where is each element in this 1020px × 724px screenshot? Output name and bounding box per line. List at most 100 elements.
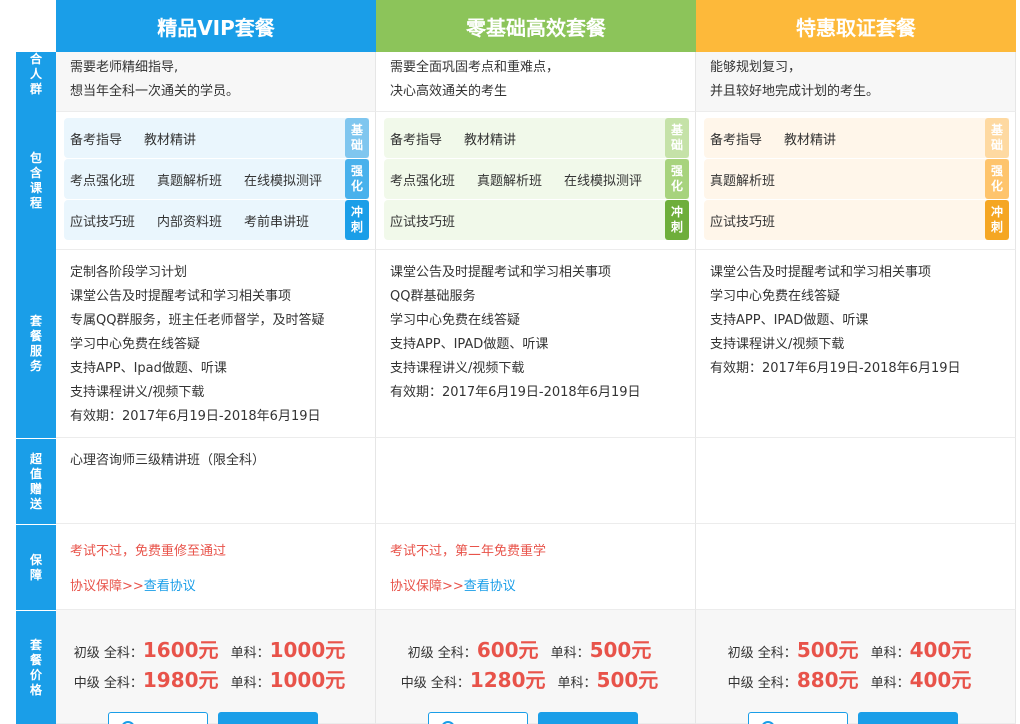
consult-button[interactable] xyxy=(108,712,208,724)
tag-strengthen: 强化 xyxy=(345,159,369,199)
buy-button[interactable] xyxy=(858,712,958,724)
service-line: 支持APP、IPAD做题、听课 xyxy=(390,337,549,352)
tag-basic: 基础 xyxy=(345,118,369,158)
price-single: 500元 xyxy=(589,638,652,662)
price-single: 1000元 xyxy=(269,668,346,692)
row-label-guarantee-text: 保障 xyxy=(29,552,42,582)
price-cell-vip: 初级 全科： 1600元 单科： 1000元 中级 全科： 1980元 单科： 1000元 xyxy=(56,610,376,724)
tag-basic: 基础 xyxy=(985,118,1009,158)
course-row-strengthen: 真题解析班 强化 xyxy=(704,159,1009,199)
tag-sprint: 冲刺 xyxy=(665,200,689,240)
price-line-primary: 初级 全科： 1600元 单科： 1000元 xyxy=(56,634,375,664)
course-row-basic: 备考指导 教材精讲 基础 xyxy=(384,118,689,158)
course-item: 应试技巧班 xyxy=(70,214,136,230)
course-item: 真题解析班 xyxy=(710,173,776,189)
course-item: 教材精讲 xyxy=(784,132,837,148)
price-line-intermediate: 中级 全科： 880元 单科： 400元 xyxy=(696,664,1015,694)
price-single-label: 单科： xyxy=(870,676,910,691)
header-vip: 精品VIP套餐 xyxy=(56,0,376,52)
price-full: 600元 xyxy=(476,638,539,662)
tag-text: 强化 xyxy=(670,164,683,193)
service-line: QQ群基础服务 xyxy=(390,289,476,304)
service-line: 支持课程讲义/视频下载 xyxy=(390,361,525,376)
service-line: 有效期：2017年6月19日-2018年6月19日 xyxy=(390,385,641,400)
service-line: 课堂公告及时提醒考试和学习相关事项 xyxy=(390,265,612,280)
price-line-primary: 初级 全科： 600元 单科： 500元 xyxy=(376,634,695,664)
price-level: 中级 全科： xyxy=(400,676,470,691)
row-label-crowd-text: 适合人群 xyxy=(29,37,42,96)
course-cell-vip: 备考指导 教材精讲 基础 考点强化班 真题解析班 在线模拟测评 强化 应试技巧班 内部资… xyxy=(56,112,376,250)
price-level: 中级 全科： xyxy=(727,676,797,691)
row-label-service-text: 套餐服务 xyxy=(29,314,42,373)
course-item: 备考指导 xyxy=(70,132,123,148)
guarantee-text: 考试不过，第二年免费重学 xyxy=(390,544,547,559)
buy-button[interactable] xyxy=(538,712,638,724)
service-line: 有效期：2017年6月19日-2018年6月19日 xyxy=(710,361,961,376)
service-line: 专属QQ群服务，班主任老师督学，及时答疑 xyxy=(70,313,325,328)
consult-button[interactable] xyxy=(428,712,528,724)
crowd-line: 能够规划复习， xyxy=(710,60,802,75)
course-item: 内部资料班 xyxy=(157,214,223,230)
tag-text: 基础 xyxy=(990,123,1003,152)
row-label-course: 包含课程 xyxy=(16,112,56,250)
protocol-prefix: 协议保障>> xyxy=(70,579,144,594)
price-full: 1280元 xyxy=(469,668,546,692)
package-comparison-table: 精品VIP套餐 零基础高效套餐 特惠取证套餐 适合人群 包含课程 套餐服务 超值… xyxy=(0,0,1020,724)
course-item: 真题解析班 xyxy=(157,173,223,189)
tag-text: 冲刺 xyxy=(990,205,1003,234)
tag-strengthen: 强化 xyxy=(985,159,1009,199)
tag-strengthen: 强化 xyxy=(665,159,689,199)
price-single: 500元 xyxy=(596,668,659,692)
tag-sprint: 冲刺 xyxy=(345,200,369,240)
course-item: 考点强化班 xyxy=(390,173,456,189)
service-line: 学习中心免费在线答疑 xyxy=(710,289,841,304)
course-row-basic: 备考指导 教材精讲 基础 xyxy=(704,118,1009,158)
tag-basic: 基础 xyxy=(665,118,689,158)
tag-text: 基础 xyxy=(350,123,363,152)
course-row-sprint: 应试技巧班 内部资料班 考前串讲班 冲刺 xyxy=(64,200,369,240)
tag-sprint: 冲刺 xyxy=(985,200,1009,240)
price-single-label: 单科： xyxy=(230,676,270,691)
service-cell-cert: 课堂公告及时提醒考试和学习相关事项 学习中心免费在线答疑 支持APP、IPAD做… xyxy=(696,250,1016,438)
service-line: 支持课程讲义/视频下载 xyxy=(710,337,845,352)
guarantee-text: 考试不过，免费重修至通过 xyxy=(70,544,227,559)
price-single: 400元 xyxy=(909,668,972,692)
buy-button[interactable] xyxy=(218,712,318,724)
course-row-sprint: 应试技巧班 冲刺 xyxy=(704,200,1009,240)
course-row-strengthen: 考点强化班 真题解析班 在线模拟测评 强化 xyxy=(64,159,369,199)
view-protocol-link[interactable]: 查看协议 xyxy=(464,575,516,594)
course-item: 应试技巧班 xyxy=(390,214,456,230)
course-cell-zero: 备考指导 教材精讲 基础 考点强化班 真题解析班 在线模拟测评 强化 应试技巧班 冲刺 xyxy=(376,112,696,250)
row-label-service: 套餐服务 xyxy=(16,250,56,438)
view-protocol-link[interactable]: 查看协议 xyxy=(144,575,196,594)
price-cell-zero: 初级 全科： 600元 单科： 500元 中级 全科： 1280元 单科： 500元 xyxy=(376,610,696,724)
course-cell-cert: 备考指导 教材精讲 基础 真题解析班 强化 应试技巧班 冲刺 xyxy=(696,112,1016,250)
guarantee-cell-zero: 考试不过，第二年免费重学 协议保障>> 查看协议 xyxy=(376,524,696,610)
course-item: 考点强化班 xyxy=(70,173,136,189)
consult-button[interactable] xyxy=(748,712,848,724)
price-single-label: 单科： xyxy=(870,646,910,661)
tag-text: 冲刺 xyxy=(350,205,363,234)
protocol-prefix: 协议保障>> xyxy=(390,579,464,594)
protocol-link[interactable]: 协议保障>> 查看协议 xyxy=(70,575,361,594)
service-line: 支持APP、IPAD做题、听课 xyxy=(710,313,869,328)
protocol-link[interactable]: 协议保障>> 查看协议 xyxy=(390,575,681,594)
price-line-intermediate: 中级 全科： 1980元 单科： 1000元 xyxy=(56,664,375,694)
crowd-line: 并且较好地完成计划的考生。 xyxy=(710,84,880,99)
crowd-line: 需要全面巩固考点和重难点， xyxy=(390,60,560,75)
gift-cell-vip: 心理咨询师三级精讲班（限全科） xyxy=(56,438,376,524)
price-line-intermediate: 中级 全科： 1280元 单科： 500元 xyxy=(376,664,695,694)
course-item: 在线模拟测评 xyxy=(244,173,323,189)
course-row-strengthen: 考点强化班 真题解析班 在线模拟测评 强化 xyxy=(384,159,689,199)
course-item: 备考指导 xyxy=(390,132,443,148)
tag-text: 冲刺 xyxy=(670,205,683,234)
service-cell-zero: 课堂公告及时提醒考试和学习相关事项 QQ群基础服务 学习中心免费在线答疑 支持A… xyxy=(376,250,696,438)
course-item: 真题解析班 xyxy=(477,173,543,189)
price-line-primary: 初级 全科： 500元 单科： 400元 xyxy=(696,634,1015,664)
price-full: 880元 xyxy=(796,668,859,692)
row-label-guarantee: 保障 xyxy=(16,524,56,610)
crowd-line: 决心高效通关的考生 xyxy=(390,84,508,99)
crowd-line: 想当年全科一次通关的学员。 xyxy=(70,84,240,99)
course-row-basic: 备考指导 教材精讲 基础 xyxy=(64,118,369,158)
price-single-label: 单科： xyxy=(550,646,590,661)
